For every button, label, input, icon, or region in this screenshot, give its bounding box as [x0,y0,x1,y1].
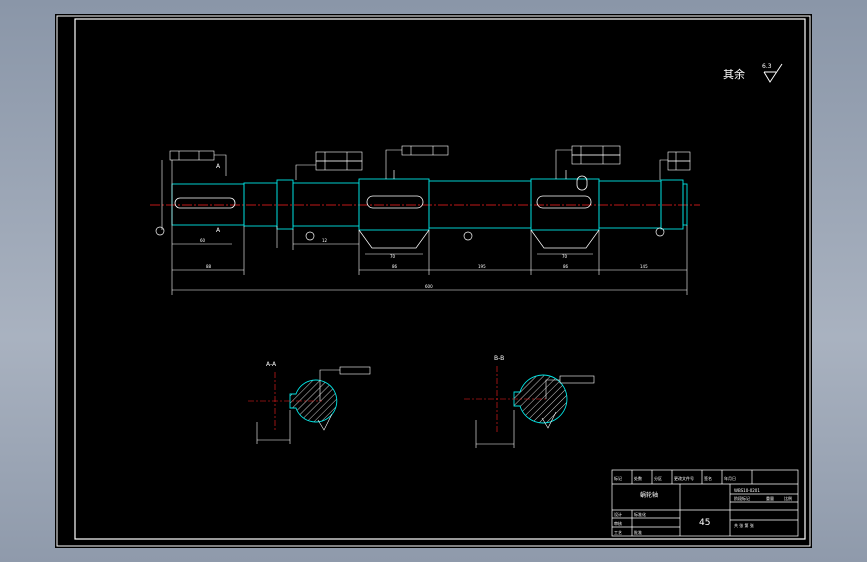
roughness-note: 其余 [723,67,745,81]
tb-label-review: 审核 [614,520,622,526]
material: 45 [699,518,710,528]
part-name: 蜗轮轴 [640,491,658,499]
dim-key1: 70 [390,254,396,259]
tb-label-process: 工艺 [614,530,622,535]
roughness-value: 6.3 [762,63,772,70]
dim-total: 600 [425,284,433,289]
drawing-number: WBS10-0201 [734,488,760,493]
tb-header-0: 标记 [614,475,622,481]
dim-small2: 12 [322,238,328,243]
tb-header-4: 签名 [704,475,712,481]
dim-right2: 145 [640,264,648,269]
tb-label-standard: 标准化 [634,511,646,517]
tb-label-design: 设计 [614,511,622,517]
section-b-title: B-B [494,355,504,362]
sheet-note: 共 张 第 张 [734,522,754,528]
drawing-canvas[interactable]: 其余 6.3 600 88 86 195 86 145 70 70 60 12 … [0,0,867,562]
dim-mid1: 86 [392,264,398,269]
tb-stage-label: 阶段标记 [734,495,750,501]
tb-header-5: 年月日 [724,475,736,481]
tb-header-1: 处数 [634,475,642,481]
dim-left: 88 [206,264,212,269]
tb-header-3: 更改文件号 [674,475,694,481]
section-a-title: A-A [266,361,277,368]
dim-small1: 60 [200,238,206,243]
dim-mid2: 195 [478,264,486,269]
tb-label-approve: 批准 [634,529,642,535]
dim-right1: 86 [563,264,569,269]
tb-weight-label: 重量 [766,495,774,501]
tb-scale-label: 比例 [784,495,792,501]
drawing-sheet [55,14,812,548]
cad-viewport: 其余 6.3 600 88 86 195 86 145 70 70 60 12 … [0,0,867,562]
tb-header-2: 分区 [654,475,662,481]
dim-key2: 70 [562,254,568,259]
